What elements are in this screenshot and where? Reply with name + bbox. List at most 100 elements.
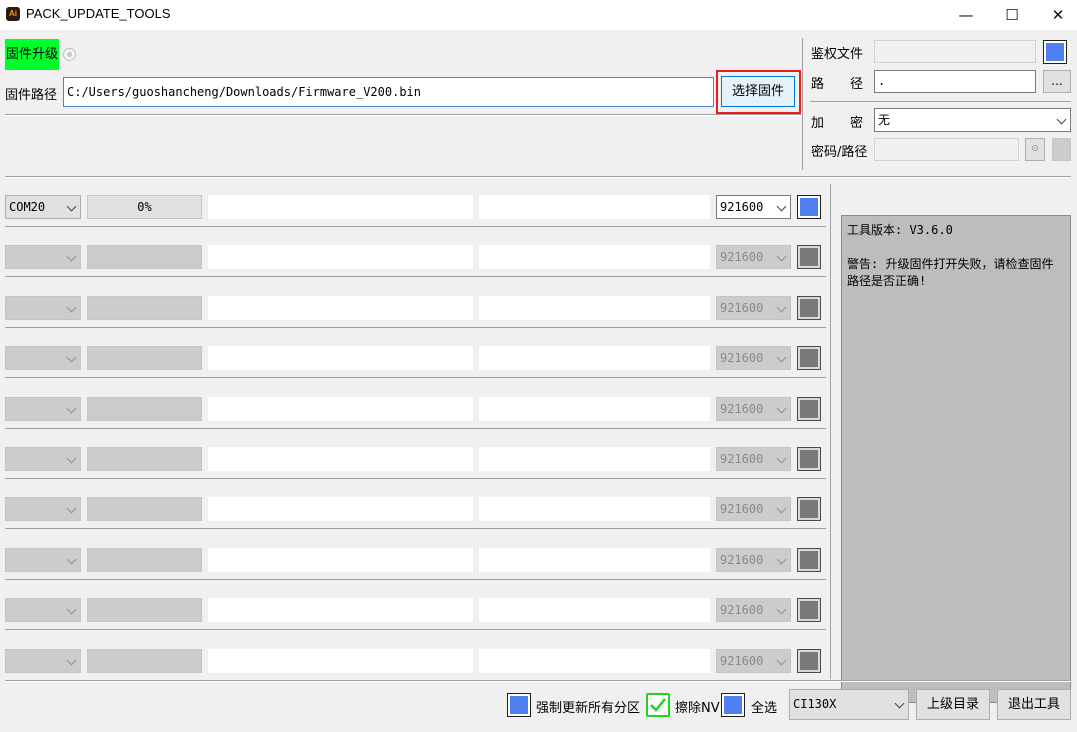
baud-select: 921600 [716,447,791,471]
port-select [5,598,81,622]
port-progress [87,598,202,622]
port-enable-checkbox[interactable] [797,548,821,572]
port-progress [87,447,202,471]
force-update-label: 强制更新所有分区 [536,701,641,716]
auth-file-checkbox[interactable] [1043,40,1067,64]
row-divider [5,377,826,378]
port-enable-checkbox[interactable] [797,296,821,320]
chevron-down-icon [66,403,77,414]
chevron-down-icon [776,604,787,615]
port-progress: 0% [87,195,202,219]
port-select [5,447,81,471]
port-info-field [479,346,710,370]
row-divider [5,226,826,227]
chevron-down-icon [776,655,787,666]
password-radio-button: ⊙ [1025,138,1045,161]
port-status-field [208,649,473,673]
select-firmware-button[interactable]: 选择固件 [721,76,795,107]
port-enable-checkbox[interactable] [797,598,821,622]
port-enable-checkbox[interactable] [797,346,821,370]
select-all-checkbox[interactable] [721,693,745,717]
baud-select-value: 921600 [720,502,764,516]
chevron-down-icon [776,453,787,464]
port-enable-checkbox[interactable] [797,397,821,421]
exit-button[interactable]: 退出工具 [997,689,1071,720]
port-status-field [208,548,473,572]
row-divider [5,428,826,429]
ports-vertical-divider [830,184,831,679]
port-enable-checkbox[interactable] [797,447,821,471]
port-select[interactable]: COM20 [5,195,81,219]
row-divider [5,629,826,630]
baud-select-value: 921600 [720,654,764,668]
auth-browse-button[interactable]: ... [1043,70,1071,93]
baud-select: 921600 [716,397,791,421]
divider-highlight [5,115,801,116]
minimize-button[interactable]: — [943,0,989,30]
erase-nv-checkbox[interactable] [646,693,670,717]
port-enable-checkbox[interactable] [797,195,821,219]
chevron-down-icon [66,453,77,464]
auth-divider [810,101,1071,102]
chevron-down-icon [776,554,787,565]
port-info-field [479,245,710,269]
log-warning-line: 警告: 升级固件打开失败，请检查固件路径是否正确! [847,257,1054,288]
app-icon: Ai [6,7,20,21]
port-info-field [479,598,710,622]
parent-dir-button[interactable]: 上级目录 [916,689,990,720]
auth-path-input[interactable]: . [874,70,1036,93]
port-enable-checkbox[interactable] [797,649,821,673]
port-info-field [479,649,710,673]
baud-select: 921600 [716,497,791,521]
chevron-down-icon [776,302,787,313]
baud-select[interactable]: 921600 [716,195,791,219]
port-status-field [208,447,473,471]
chevron-down-icon [66,655,77,666]
port-info-field [479,497,710,521]
port-progress [87,649,202,673]
chip-select[interactable]: CI130X [789,689,909,720]
section-divider-highlight [5,177,1071,178]
row-divider [5,478,826,479]
baud-select-value: 921600 [720,200,764,214]
encrypt-select[interactable]: 无 [874,108,1071,132]
port-progress [87,548,202,572]
port-status-field [208,296,473,320]
port-info-field [479,296,710,320]
baud-select-value: 921600 [720,402,764,416]
chevron-down-icon [776,251,787,262]
select-all-label: 全选 [751,701,778,716]
port-select [5,497,81,521]
port-progress [87,296,202,320]
baud-select-value: 921600 [720,250,764,264]
port-info-field [479,397,710,421]
maximize-button[interactable]: ☐ [989,0,1035,30]
firmware-upgrade-radio[interactable] [63,48,76,61]
close-button[interactable]: ✕ [1035,0,1077,30]
auth-file-label: 鉴权文件 [811,47,864,62]
port-status-field [208,346,473,370]
baud-select: 921600 [716,649,791,673]
port-enable-checkbox[interactable] [797,497,821,521]
port-status-field [208,598,473,622]
port-status-field [208,245,473,269]
chevron-down-icon [894,698,905,709]
port-info-field [479,447,710,471]
chevron-down-icon [66,201,77,212]
port-select [5,296,81,320]
port-progress [87,346,202,370]
firmware-path-input[interactable]: C:/Users/guoshancheng/Downloads/Firmware… [63,77,714,107]
log-version-line: 工具版本: V3.6.0 [847,223,953,237]
chevron-down-icon [66,302,77,313]
chevron-down-icon [66,604,77,615]
chevron-down-icon [66,251,77,262]
port-enable-checkbox[interactable] [797,245,821,269]
chevron-down-icon [776,352,787,363]
port-select [5,649,81,673]
force-update-checkbox[interactable] [507,693,531,717]
baud-select-value: 921600 [720,603,764,617]
window-title: PACK_UPDATE_TOOLS [26,6,171,21]
password-label: 密码/路径 [811,145,868,160]
chevron-down-icon [1056,114,1067,125]
encrypt-label: 加 密 [811,116,864,131]
